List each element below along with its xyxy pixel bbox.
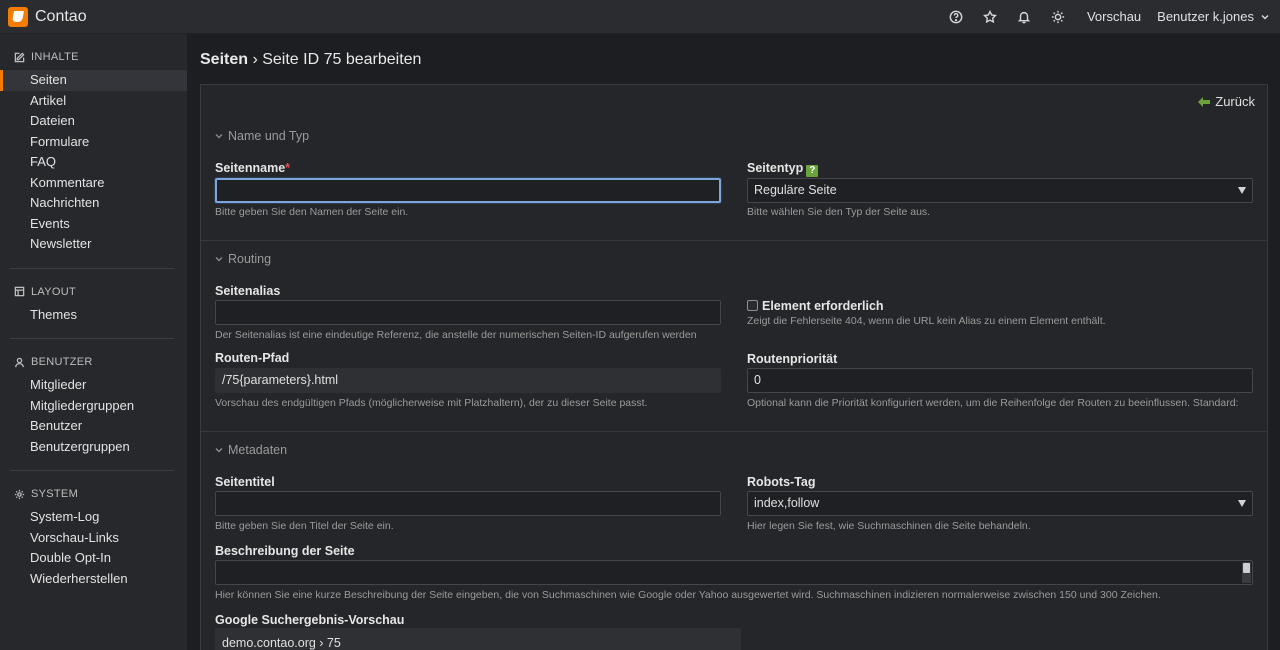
help-badge-icon[interactable]: ? [806, 165, 819, 177]
page-name-help: Bitte geben Sie den Namen der Seite ein. [215, 206, 409, 218]
sidebar-item-restore[interactable]: Wiederherstellen [0, 569, 187, 590]
require-item-help: Zeigt die Fehlerseite 404, wenn die URL … [747, 315, 1106, 327]
nav-group-title[interactable]: System [0, 486, 187, 502]
section-toggle-metadata[interactable]: Metadaten [215, 443, 287, 457]
nav-group-title[interactable]: Inhalte [0, 49, 187, 65]
nav-group-users: Benutzer Mitglieder Mitgliedergruppen Be… [0, 339, 187, 471]
route-path-label: Routen-Pfad [215, 351, 290, 365]
sidebar-item-system-log[interactable]: System-Log [0, 507, 187, 528]
page-alias-label: Seitenalias [215, 284, 281, 298]
back-label: Zurück [1215, 94, 1255, 109]
robots-label: Robots-Tag [747, 475, 816, 489]
bell-icon[interactable] [1007, 0, 1041, 34]
breadcrumb-root[interactable]: Seiten [200, 51, 248, 68]
sun-icon[interactable] [1041, 0, 1075, 34]
chevron-down-icon [1261, 14, 1269, 20]
star-icon[interactable] [973, 0, 1007, 34]
page-title: Seite ID 75 bearbeiten [262, 51, 422, 68]
nav-group-title[interactable]: Benutzer [0, 354, 187, 370]
page-type-label: Seitentyp? [747, 161, 819, 177]
description-textarea[interactable] [215, 560, 1253, 585]
contao-logo-icon [8, 6, 28, 27]
robots-help: Hier legen Sie fest, wie Suchmaschinen d… [747, 520, 1031, 532]
page-alias-input[interactable] [215, 300, 721, 325]
page-alias-help: Der Seitenalias ist eine eindeutige Refe… [215, 329, 697, 341]
serp-preview-url: demo.contao.org › 75 [222, 636, 341, 650]
edit-form: Zurück Name und Typ Seitenname* Bitte ge… [200, 84, 1268, 650]
caret-down-icon [1238, 187, 1246, 194]
description-label: Beschreibung der Seite [215, 544, 355, 558]
nav-group-layout: Layout Themes [0, 269, 187, 339]
preview-link[interactable]: Vorschau [1075, 9, 1153, 24]
sidebar-item-members[interactable]: Mitglieder [0, 375, 187, 396]
scrollbar[interactable] [1242, 562, 1251, 583]
sidebar-item-files[interactable]: Dateien [0, 111, 187, 132]
page-title-help: Bitte geben Sie den Titel der Seite ein. [215, 520, 394, 532]
robots-select[interactable]: index,follow [747, 491, 1253, 516]
breadcrumb: Seiten › Seite ID 75 bearbeiten [200, 51, 421, 69]
route-path-help: Vorschau des endgültigen Pfads (mögliche… [215, 397, 648, 409]
caret-down-icon [1238, 500, 1246, 507]
sidebar-item-themes[interactable]: Themes [0, 305, 187, 326]
nav-group-title[interactable]: Layout [0, 284, 187, 300]
nav-group-content: Inhalte Seiten Artikel Dateien Formulare… [0, 34, 187, 269]
chevron-down-icon [215, 257, 223, 262]
page-type-help: Bitte wählen Sie den Typ der Seite aus. [747, 206, 931, 218]
require-item-label[interactable]: Element erforderlich [762, 299, 884, 313]
edit-icon [14, 51, 25, 62]
top-bar: Contao Vorschau Benutzer k.jones [0, 0, 1280, 34]
sidebar-item-forms[interactable]: Formulare [0, 132, 187, 153]
user-icon [15, 357, 24, 367]
page-name-label: Seitenname* [215, 161, 291, 175]
sidebar-item-preview-links[interactable]: Vorschau-Links [0, 528, 187, 549]
back-button[interactable]: Zurück [1198, 94, 1255, 109]
page-type-value: Reguläre Seite [754, 183, 837, 197]
top-actions: Vorschau Benutzer k.jones [939, 0, 1280, 34]
chevron-down-icon [215, 134, 223, 139]
page-type-select[interactable]: Reguläre Seite [747, 178, 1253, 203]
gear-icon [14, 489, 25, 499]
sidebar-item-member-groups[interactable]: Mitgliedergruppen [0, 396, 187, 417]
route-path-value: /75{parameters}.html [215, 368, 721, 393]
divider [201, 240, 1267, 241]
user-menu-label: Benutzer k.jones [1157, 9, 1254, 24]
main-content: Seiten › Seite ID 75 bearbeiten Zurück N… [187, 34, 1280, 650]
brand[interactable]: Contao [8, 6, 87, 27]
required-mark: * [285, 161, 291, 175]
route-priority-input[interactable]: 0 [747, 368, 1253, 393]
require-item-checkbox[interactable] [747, 300, 758, 311]
arrow-left-icon [1198, 96, 1211, 107]
user-menu[interactable]: Benutzer k.jones [1153, 9, 1270, 24]
sidebar-item-articles[interactable]: Artikel [0, 91, 187, 112]
sidebar-item-double-opt-in[interactable]: Double Opt-In [0, 548, 187, 569]
chevron-down-icon [215, 448, 223, 453]
serp-preview: demo.contao.org › 75 [215, 628, 741, 650]
sidebar-item-newsletter[interactable]: Newsletter [0, 234, 187, 255]
sidebar: Inhalte Seiten Artikel Dateien Formulare… [0, 34, 187, 650]
serp-preview-label: Google Suchergebnis-Vorschau [215, 613, 405, 627]
sidebar-item-news[interactable]: Nachrichten [0, 193, 187, 214]
robots-value: index,follow [754, 496, 820, 510]
sidebar-item-events[interactable]: Events [0, 214, 187, 235]
section-toggle-name-type[interactable]: Name und Typ [215, 129, 309, 143]
description-help: Hier können Sie eine kurze Beschreibung … [215, 589, 1161, 601]
nav-group-system: System System-Log Vorschau-Links Double … [0, 471, 187, 589]
breadcrumb-separator: › [248, 51, 263, 68]
sidebar-item-faq[interactable]: FAQ [0, 152, 187, 173]
page-name-input[interactable] [215, 178, 721, 203]
layout-icon [14, 286, 25, 297]
sidebar-item-users[interactable]: Benutzer [0, 416, 187, 437]
page-title-label: Seitentitel [215, 475, 275, 489]
section-toggle-routing[interactable]: Routing [215, 252, 271, 266]
divider [201, 431, 1267, 432]
page-title-input[interactable] [215, 491, 721, 516]
sidebar-item-user-groups[interactable]: Benutzergruppen [0, 437, 187, 458]
sidebar-item-pages[interactable]: Seiten [0, 70, 187, 91]
route-priority-help: Optional kann die Priorität konfiguriert… [747, 397, 1239, 409]
help-circle-icon[interactable] [939, 0, 973, 34]
sidebar-item-comments[interactable]: Kommentare [0, 173, 187, 194]
route-priority-label: Routenpriorität [747, 352, 838, 366]
app-name: Contao [35, 7, 87, 25]
